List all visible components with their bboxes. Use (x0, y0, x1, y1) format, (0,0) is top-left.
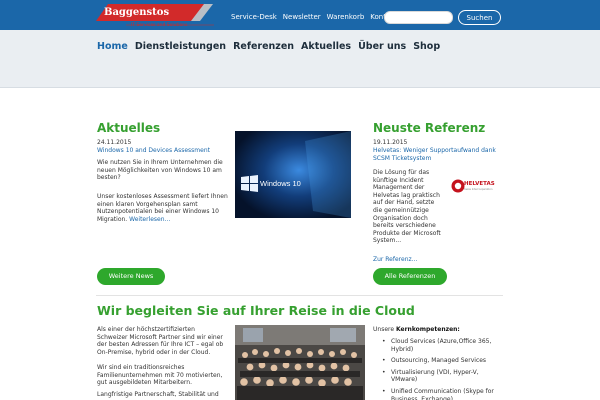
reference-heading: Neuste Referenz (373, 121, 486, 135)
main-nav: Home Dienstleistungen Referenzen Aktuell… (97, 41, 447, 52)
topnav-newsletter[interactable]: Newsletter (283, 13, 321, 21)
kompetenzen-prefix: Unsere (373, 326, 395, 333)
news-intro: Wie nutzen Sie in Ihrem Unternehmen die … (97, 159, 223, 182)
news-heading: Aktuelles (97, 121, 161, 135)
all-references-button[interactable]: Alle Referenzen (373, 268, 447, 285)
kompetenzen-title: Unsere Kernkompetenzen: (373, 326, 460, 333)
nav-referenzen[interactable]: Referenzen (233, 41, 294, 52)
cloud-heading: Wir begleiten Sie auf Ihrer Reise in die… (97, 303, 415, 318)
search-button[interactable]: Suchen (458, 10, 501, 25)
nav-home[interactable]: Home (97, 41, 128, 52)
list-item: Virtualisierung (VDI, Hyper-V, VMware) (373, 369, 503, 384)
reference-body: Die Lösung für das künftige Incident Man… (373, 169, 441, 245)
reference-date: 19.11.2015 (373, 139, 408, 146)
news-title-link[interactable]: Windows 10 and Devices Assessment (97, 147, 210, 154)
helvetas-logo-name: HELVETAS (464, 181, 495, 187)
news-read-more-link[interactable]: Weiterlesen... (129, 216, 170, 223)
helvetas-logo (451, 179, 465, 193)
more-news-button[interactable]: Weitere News (97, 268, 165, 285)
helvetas-logo-sub: Swiss Intercooperation (464, 188, 493, 191)
windows-10-image[interactable]: Windows 10 (235, 131, 351, 218)
team-photo (235, 325, 365, 400)
site-header (0, 30, 600, 88)
cloud-company-text: Wir sind ein traditionsreiches Familienu… (97, 364, 223, 387)
kompetenzen-list: Cloud Services (Azure,Office 365, Hybrid… (373, 338, 503, 400)
nav-aktuelles[interactable]: Aktuelles (301, 41, 351, 52)
reference-read-more-link[interactable]: Zur Referenz... (373, 256, 417, 263)
section-divider (96, 295, 503, 296)
nav-shop[interactable]: Shop (413, 41, 440, 52)
nav-ueber-uns[interactable]: Über uns (358, 41, 406, 52)
logo-tagline: IT Services and Solutions (131, 23, 188, 28)
news-date: 24.11.2015 (97, 139, 132, 146)
logo-name: Baggenstos (104, 7, 170, 18)
top-nav: Service-Desk Newsletter Warenkorb Kontak… (231, 13, 403, 21)
kompetenzen-bold: Kernkompetenzen: (395, 326, 460, 333)
topnav-service-desk[interactable]: Service-Desk (231, 13, 277, 21)
list-item: Outsourcing, Managed Services (373, 357, 503, 365)
windows-10-image-text: Windows 10 (260, 179, 301, 188)
news-body: Unser kostenloses Assessment liefert Ihn… (97, 193, 229, 223)
search-input[interactable] (384, 11, 453, 24)
list-item: Unified Communication (Skype for Busines… (373, 388, 503, 400)
reference-title-link[interactable]: Helvetas: Weniger Supportaufwand dank SC… (373, 147, 503, 162)
cloud-intro: Als einer der höchstzertifizierten Schwe… (97, 326, 224, 356)
topnav-warenkorb[interactable]: Warenkorb (327, 13, 365, 21)
list-item: Cloud Services (Azure,Office 365, Hybrid… (373, 338, 503, 353)
cloud-partnership-text: Langfristige Partnerschaft, Stabilität u… (97, 391, 219, 398)
nav-dienstleistungen[interactable]: Dienstleistungen (135, 41, 226, 52)
